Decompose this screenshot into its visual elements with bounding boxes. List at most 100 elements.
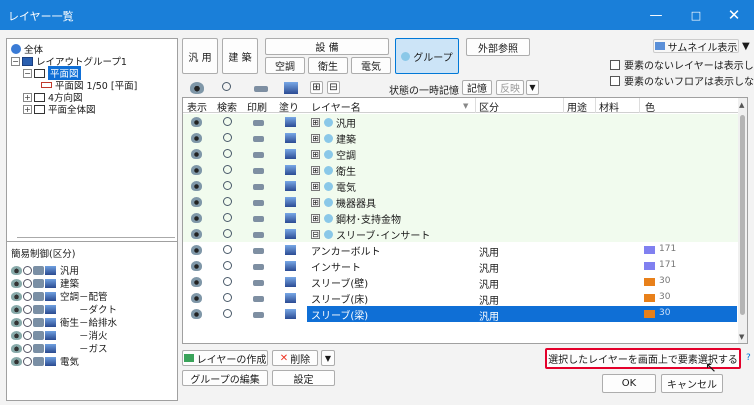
print-icon[interactable]	[33, 265, 44, 275]
ok-button[interactable]: OK	[602, 374, 656, 393]
layer-name-cell[interactable]: ⊞ 建築	[307, 130, 475, 146]
scroll-down-icon[interactable]: ▼	[739, 333, 744, 341]
settings-button[interactable]: 設定	[272, 370, 335, 386]
edit-group-button[interactable]: グループの編集	[182, 370, 268, 386]
color-swatch[interactable]	[644, 246, 655, 254]
layer-name-cell[interactable]: ⊞ 電気	[307, 178, 475, 194]
layer-name-cell[interactable]: ⊞ 機器器具	[307, 194, 475, 210]
color-swatch[interactable]	[644, 262, 655, 270]
expand-icon[interactable]: ⊞	[311, 213, 320, 223]
print-icon[interactable]	[33, 356, 44, 366]
more-actions-dropdown-button[interactable]: ▼	[321, 350, 335, 366]
layer-group-row[interactable]: ⊟ スリーブ･インサート	[183, 226, 740, 242]
print-icon[interactable]	[33, 278, 44, 288]
sanitary-button[interactable]: 衛生	[308, 57, 348, 74]
expand-icon[interactable]: ⊞	[311, 197, 320, 207]
search-icon[interactable]	[223, 309, 232, 318]
paint-icon[interactable]	[285, 245, 296, 255]
remember-button[interactable]: 記憶	[462, 80, 492, 95]
print-icon[interactable]	[253, 312, 264, 318]
print-icon[interactable]	[33, 291, 44, 301]
layer-group-row[interactable]: ⊞ 電気	[183, 178, 740, 194]
paint-icon[interactable]	[285, 197, 296, 207]
delete-button[interactable]: ✕ 削除	[272, 350, 318, 366]
maximize-button[interactable]: □	[676, 0, 716, 30]
column-material[interactable]: 材料	[599, 99, 619, 114]
print-icon[interactable]	[33, 317, 44, 327]
eye-icon[interactable]	[11, 265, 22, 275]
expand-icon[interactable]: ⊞	[311, 149, 320, 159]
layer-row[interactable]: アンカーボルト 汎用 171	[183, 242, 740, 259]
layer-name-cell[interactable]: ⊞ 空調	[307, 146, 475, 162]
search-icon[interactable]	[23, 265, 32, 275]
paint-icon[interactable]	[285, 149, 296, 159]
layer-group-row[interactable]: ⊞ 空調	[183, 146, 740, 162]
simple-row-sanitary-gas[interactable]: －ガス	[11, 342, 108, 355]
print-icon[interactable]	[253, 248, 264, 254]
eye-icon[interactable]	[11, 278, 22, 288]
reflect-dropdown-button[interactable]: ▼	[526, 80, 539, 95]
collapse-all-button[interactable]: ⊟	[327, 81, 340, 94]
eye-icon[interactable]	[11, 291, 22, 301]
print-icon[interactable]	[33, 304, 44, 314]
eye-icon[interactable]	[191, 181, 202, 191]
hvac-button[interactable]: 空調	[265, 57, 305, 74]
help-icon[interactable]: ?	[746, 353, 751, 363]
thumbnail-view-button[interactable]: サムネイル表示	[653, 39, 739, 54]
paint-icon[interactable]	[45, 265, 56, 275]
expand-all-button[interactable]: ⊞	[310, 81, 323, 94]
print-icon[interactable]	[253, 200, 264, 206]
paint-icon[interactable]	[285, 293, 296, 303]
print-icon[interactable]	[253, 280, 264, 286]
print-icon[interactable]	[253, 168, 264, 174]
print-icon[interactable]	[253, 296, 264, 302]
simple-row-general[interactable]: 汎用	[11, 264, 79, 277]
search-icon[interactable]	[23, 291, 32, 301]
simple-row-hvac-pipe[interactable]: 空調－配管	[11, 290, 108, 303]
column-paint[interactable]: 塗り	[279, 99, 299, 114]
expand-icon[interactable]: ⊞	[311, 165, 320, 175]
hide-empty-layers-checkbox[interactable]: 要素のないレイヤーは表示しない	[610, 57, 754, 72]
paint-icon[interactable]	[285, 277, 296, 287]
checkbox-box[interactable]	[610, 75, 620, 86]
column-display[interactable]: 表示	[187, 99, 207, 114]
column-print[interactable]: 印刷	[247, 99, 267, 114]
print-icon[interactable]	[33, 330, 44, 340]
layer-group-row[interactable]: ⊞ 機器器具	[183, 194, 740, 210]
eye-icon[interactable]	[191, 309, 202, 319]
equipment-button[interactable]: 設 備	[265, 38, 389, 55]
layer-row[interactable]: スリーブ(床) 汎用 30	[183, 290, 740, 307]
eye-icon[interactable]	[191, 293, 202, 303]
search-icon[interactable]	[223, 277, 232, 286]
layer-name-cell[interactable]: ⊞ 鋼材･支持金物	[307, 210, 475, 226]
paint-icon[interactable]	[45, 278, 56, 288]
minimize-button[interactable]: —	[636, 0, 676, 30]
search-icon[interactable]	[223, 117, 232, 126]
color-swatch[interactable]	[644, 294, 655, 302]
layer-row[interactable]: スリーブ(壁) 汎用 30	[183, 274, 740, 291]
print-icon[interactable]	[253, 232, 264, 238]
search-icon[interactable]	[23, 343, 32, 353]
print-icon[interactable]	[253, 136, 264, 142]
paint-icon[interactable]	[285, 213, 296, 223]
simple-row-architecture[interactable]: 建築	[11, 277, 79, 290]
search-icon[interactable]	[223, 133, 232, 142]
eye-icon[interactable]	[191, 229, 202, 239]
search-icon[interactable]	[222, 82, 231, 91]
layer-group-row[interactable]: ⊞ 建築	[183, 130, 740, 146]
layout-tree[interactable]: 全体 − レイアウトグループ1 − 平面図 平面図 1/50 [平面] + 4方…	[6, 38, 178, 269]
eye-icon[interactable]	[191, 261, 202, 271]
search-icon[interactable]	[223, 181, 232, 190]
layer-group-row[interactable]: ⊞ 衛生	[183, 162, 740, 178]
search-icon[interactable]	[223, 229, 232, 238]
search-icon[interactable]	[23, 330, 32, 340]
paint-icon[interactable]	[284, 82, 298, 94]
column-category[interactable]: 区分	[479, 99, 499, 114]
eye-icon[interactable]	[191, 149, 202, 159]
simple-row-electric[interactable]: 電気	[11, 355, 79, 368]
expand-icon[interactable]: +	[23, 104, 32, 114]
layer-name-cell[interactable]: ⊞ 衛生	[307, 162, 475, 178]
paint-icon[interactable]	[285, 181, 296, 191]
paint-icon[interactable]	[45, 330, 56, 340]
expand-icon[interactable]: +	[23, 92, 32, 102]
